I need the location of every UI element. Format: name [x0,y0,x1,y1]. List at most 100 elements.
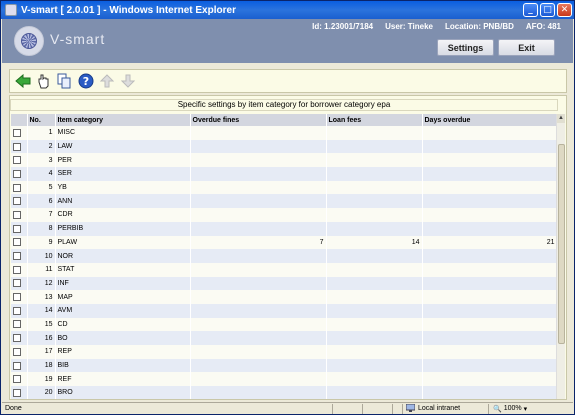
table-row[interactable]: 1 MISC [11,126,558,140]
select-column-header [11,114,28,126]
row-checkbox[interactable] [13,183,21,192]
row-checkbox[interactable] [13,320,21,329]
column-header-no[interactable]: No. [27,114,56,126]
row-checkbox[interactable] [13,156,21,165]
table-row[interactable]: 13 MAP [11,290,558,304]
row-select-cell [11,276,28,291]
row-checkbox[interactable] [13,334,21,343]
table-row[interactable]: 8 PERBIB [11,221,558,236]
settings-button[interactable]: Settings [437,39,494,56]
table-row[interactable]: 9 PLAW 7 14 21 [11,235,558,250]
table-row[interactable]: 6 ANN [11,194,558,209]
cell-item-category: PERBIB [55,221,191,236]
row-checkbox[interactable] [13,210,21,219]
cell-loan-fees [326,262,423,277]
row-checkbox[interactable] [13,306,21,315]
ie-icon [5,4,17,16]
cell-days-overdue [422,358,558,373]
column-header-days-overdue[interactable]: Days overdue [422,114,558,126]
table-row[interactable]: 19 REF [11,372,558,387]
row-checkbox[interactable] [13,197,21,206]
cell-loan-fees [326,153,423,168]
cell-days-overdue [422,317,558,332]
row-checkbox[interactable] [13,388,21,397]
row-checkbox[interactable] [13,128,21,137]
intranet-icon [405,403,416,414]
table-row[interactable]: 3 PER [11,153,558,168]
cell-days-overdue [422,221,558,236]
cell-item-category: PER [55,153,191,168]
cell-overdue-fines [190,345,327,359]
back-arrow-icon[interactable] [14,73,31,90]
cell-loan-fees [326,208,423,222]
table-row[interactable]: 16 BO [11,331,558,345]
table-row[interactable]: 14 AVM [11,303,558,318]
session-info: Id: 1.23001/7184 User: Tineke Location: … [312,22,561,31]
row-checkbox[interactable] [13,293,21,302]
cell-days-overdue [422,153,558,168]
zoom-control[interactable]: 🔍 100% ▾ [488,403,543,414]
row-checkbox[interactable] [13,265,21,274]
cell-overdue-fines [190,249,327,263]
cell-days-overdue [422,372,558,387]
row-select-cell [11,262,28,277]
cell-no: 5 [27,180,56,195]
close-button[interactable]: ✕ [557,3,572,17]
cell-overdue-fines [190,331,327,345]
scroll-up-icon[interactable]: ▲ [557,114,565,123]
hand-pointer-icon[interactable] [35,73,52,90]
cell-item-category: YB [55,180,191,195]
table-row[interactable]: 12 INF [11,276,558,291]
cell-overdue-fines [190,290,327,304]
table-row[interactable]: 15 CD [11,317,558,332]
table-row[interactable]: 11 STAT [11,262,558,277]
table-row[interactable]: 7 CDR [11,208,558,222]
row-select-cell [11,126,28,140]
cell-no: 18 [27,358,56,373]
toolbar: ? [9,69,567,93]
table-row[interactable]: 2 LAW [11,139,558,154]
row-select-cell [11,139,28,154]
table-row[interactable]: 5 YB [11,180,558,195]
table-header: No. Item category Overdue fines Loan fee… [11,114,558,126]
row-select-cell [11,345,28,359]
row-select-cell [11,317,28,332]
row-checkbox[interactable] [13,361,21,370]
scroll-thumb[interactable] [558,144,565,344]
table-row[interactable]: 4 SER [11,167,558,181]
row-checkbox[interactable] [13,375,21,384]
cell-loan-fees: 14 [326,235,423,250]
row-checkbox[interactable] [13,169,21,178]
cell-overdue-fines [190,167,327,181]
cell-item-category: CDR [55,208,191,222]
cell-days-overdue [422,167,558,181]
help-icon[interactable]: ? [77,73,94,90]
row-checkbox[interactable] [13,279,21,288]
table-row[interactable]: 20 BRO [11,386,558,399]
column-header-item-category[interactable]: Item category [55,114,191,126]
cell-loan-fees [326,180,423,195]
cell-no: 1 [27,126,56,140]
cell-loan-fees [326,126,423,140]
table-row[interactable]: 18 BIB [11,358,558,373]
status-cell [362,403,392,414]
minimize-button[interactable]: _ [523,3,538,17]
row-checkbox[interactable] [13,347,21,356]
table-row[interactable]: 17 REP [11,345,558,359]
session-id: Id: 1.23001/7184 [312,22,374,31]
maximize-button[interactable]: □ [540,3,555,17]
cell-overdue-fines [190,317,327,332]
column-header-loan-fees[interactable]: Loan fees [326,114,423,126]
cell-loan-fees [326,386,423,399]
svg-text:?: ? [82,75,88,88]
column-header-overdue-fines[interactable]: Overdue fines [190,114,327,126]
copy-pages-icon[interactable] [56,73,73,90]
vertical-scrollbar[interactable]: ▲ [556,114,565,399]
table-row[interactable]: 10 NOR [11,249,558,263]
row-checkbox[interactable] [13,142,21,151]
row-checkbox[interactable] [13,238,21,247]
status-text: Done [5,405,22,412]
row-checkbox[interactable] [13,224,21,233]
exit-button[interactable]: Exit [498,39,555,56]
row-checkbox[interactable] [13,252,21,261]
